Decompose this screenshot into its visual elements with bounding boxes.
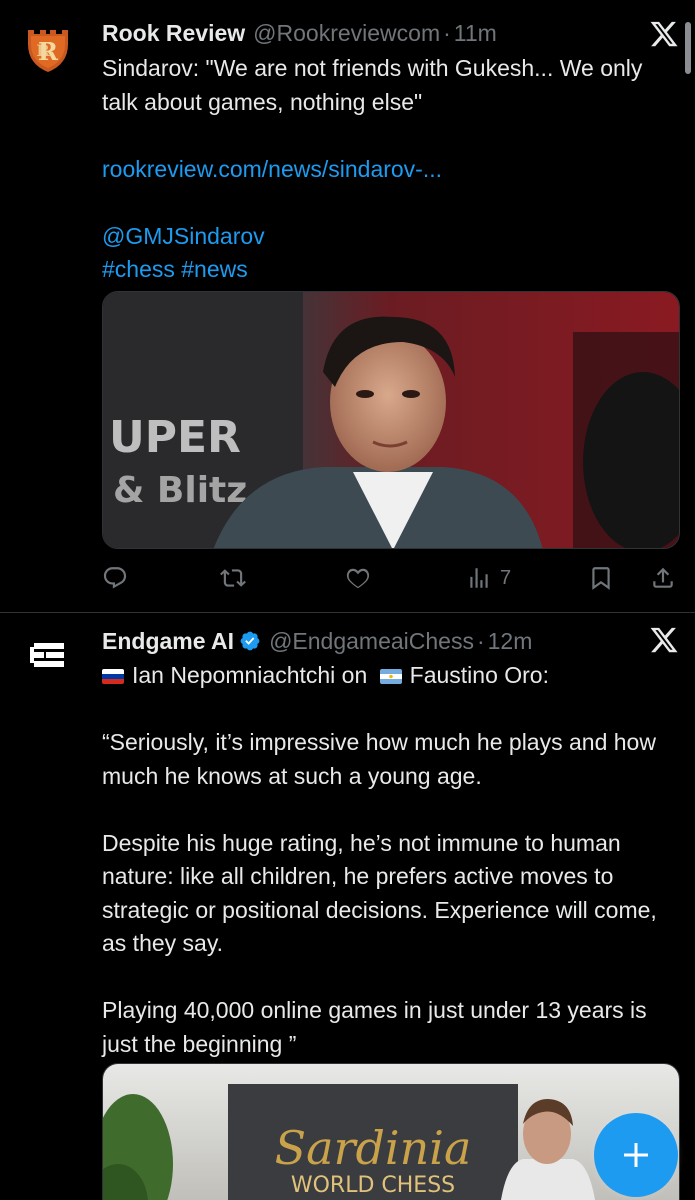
argentina-flag-icon <box>379 669 402 684</box>
line1-part-b: Faustino Oro: <box>409 662 549 688</box>
tweet-text-main: Sindarov: "We are not friends with Gukes… <box>102 55 643 115</box>
share-icon <box>653 567 673 588</box>
tweet-endgame-ai[interactable]: Endgame AI @EndgameaiChess · 12m Ian Nep… <box>0 613 695 1200</box>
bookmark-button[interactable] <box>588 561 614 595</box>
views-button[interactable]: 7 <box>466 561 511 595</box>
author-handle[interactable]: @EndgameaiChess <box>269 628 474 655</box>
mention-link[interactable]: @GMJSindarov <box>102 220 677 254</box>
line1-part-a: Ian Nepomniachtchi on <box>132 662 368 688</box>
quote-paragraph-2: Despite his huge rating, he’s not immune… <box>102 829 657 957</box>
separator: · <box>476 627 485 654</box>
endgame-ai-logo-icon <box>20 627 76 683</box>
heart-icon <box>346 568 370 589</box>
retweet-button[interactable] <box>220 561 246 595</box>
verified-badge-icon[interactable] <box>239 630 261 652</box>
compose-button[interactable] <box>594 1113 678 1197</box>
separator: · <box>443 19 451 46</box>
like-button[interactable] <box>345 561 371 595</box>
x-logo-icon[interactable] <box>649 19 679 49</box>
tweet-line1: Ian Nepomniachtchi on Faustino Oro: <box>102 659 677 693</box>
tweet-header: Rook Review @Rookreviewcom · 11m <box>102 18 497 48</box>
retweet-icon <box>220 569 246 587</box>
hashtags[interactable]: #chess #news <box>102 253 677 287</box>
views-count: 7 <box>500 566 512 589</box>
quote-paragraph-3: Playing 40,000 online games in just unde… <box>102 997 647 1057</box>
author-name[interactable]: Endgame AI <box>102 628 234 655</box>
tweet-text: Ian Nepomniachtchi on Faustino Oro: “Ser… <box>102 659 677 1061</box>
quote-paragraph-1: “Seriously, it’s impressive how much he … <box>102 729 656 789</box>
tweet-rook-review[interactable]: R R Rook Review @Rookreviewcom · 11m Sin… <box>0 0 695 612</box>
share-button[interactable] <box>650 561 676 595</box>
tweet-actions: 7 <box>102 561 680 595</box>
tweet-photo[interactable]: Sardinia WORLD CHESS FESTIVAL <box>102 1063 680 1200</box>
reply-icon <box>103 567 127 589</box>
tweet-link[interactable]: rookreview.com/news/sindarov-... <box>102 153 677 187</box>
reply-button[interactable] <box>102 561 128 595</box>
rook-review-logo-icon: R R <box>20 20 76 76</box>
analytics-icon <box>470 568 488 588</box>
avatar[interactable] <box>20 627 76 683</box>
russia-flag-icon <box>102 669 124 684</box>
photo-image: Sardinia WORLD CHESS FESTIVAL <box>103 1064 679 1200</box>
svg-text:& Blitz: & Blitz <box>113 470 247 511</box>
author-name[interactable]: Rook Review <box>102 20 245 47</box>
svg-text:WORLD CHESS: WORLD CHESS <box>291 1173 455 1198</box>
author-handle[interactable]: @Rookreviewcom <box>253 20 440 47</box>
tweet-header: Endgame AI @EndgameaiChess · 12m <box>102 626 532 656</box>
x-logo-icon[interactable] <box>649 625 679 655</box>
svg-text:UPER: UPER <box>109 412 241 463</box>
photo-image: UPER & Blitz <box>103 292 679 548</box>
plus-icon <box>624 1143 648 1167</box>
avatar[interactable]: R R <box>20 20 76 76</box>
svg-text:R: R <box>36 41 50 60</box>
timestamp[interactable]: 11m <box>454 20 497 47</box>
tweet-text: Sindarov: "We are not friends with Gukes… <box>102 52 677 287</box>
bookmark-icon <box>592 567 610 590</box>
timestamp[interactable]: 12m <box>488 628 533 655</box>
tweet-photo[interactable]: UPER & Blitz <box>102 291 680 549</box>
svg-text:Sardinia: Sardinia <box>275 1121 472 1175</box>
